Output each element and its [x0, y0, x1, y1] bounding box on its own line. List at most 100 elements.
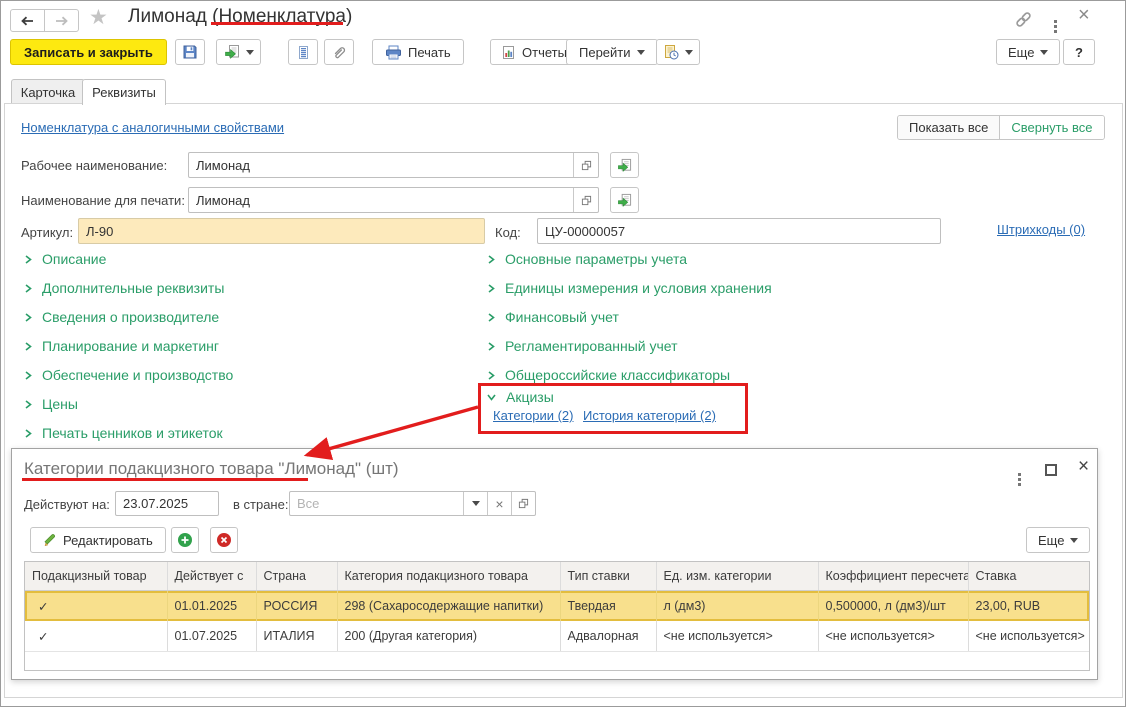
section-main-accounting[interactable]: Основные параметры учета	[486, 251, 687, 267]
section-label: Единицы измерения и условия хранения	[505, 280, 772, 296]
cell-country[interactable]: РОССИЯ	[256, 590, 338, 621]
cell-unit[interactable]: <не используется>	[656, 621, 819, 652]
add-button[interactable]	[171, 527, 199, 553]
section-units-storage[interactable]: Единицы измерения и условия хранения	[486, 280, 772, 296]
copy-working-name-button[interactable]	[610, 152, 639, 178]
section-label: Основные параметры учета	[505, 251, 688, 267]
window-menu-dots-icon[interactable]	[1054, 10, 1057, 28]
cell-excisable-check[interactable]: ✓	[25, 590, 168, 621]
get-link-icon[interactable]	[1014, 10, 1033, 34]
country-open-button[interactable]	[511, 492, 535, 515]
col-header-rate[interactable]: Ставка	[968, 562, 1089, 591]
more-label: Еще	[1008, 44, 1035, 60]
country-dropdown-button[interactable]	[463, 492, 487, 515]
goto-button[interactable]: Перейти	[566, 39, 658, 65]
forward-button[interactable]	[44, 9, 79, 32]
open-button[interactable]	[573, 153, 598, 177]
col-header-rate-type[interactable]: Тип ставки	[560, 562, 657, 591]
country-input[interactable]	[290, 492, 463, 515]
col-header-country[interactable]: Страна	[256, 562, 338, 591]
section-financial-accounting[interactable]: Финансовый учет	[486, 309, 619, 325]
cell-coefficient[interactable]: 0,500000, л (дм3)/шт	[818, 590, 969, 621]
collapse-all-button[interactable]: Свернуть все	[1000, 116, 1104, 139]
cell-unit[interactable]: л (дм3)	[656, 590, 819, 621]
section-additional-attributes[interactable]: Дополнительные реквизиты	[23, 280, 224, 296]
cell-valid-from[interactable]: 01.07.2025	[167, 621, 257, 652]
section-excise[interactable]: Акцизы	[486, 389, 554, 405]
print-button[interactable]: Печать	[372, 39, 464, 65]
section-all-russian-classifiers[interactable]: Общероссийские классификаторы	[486, 367, 730, 383]
structure-button[interactable]	[288, 39, 318, 65]
cell-rate-type[interactable]: Адвалорная	[560, 621, 657, 652]
section-description[interactable]: Описание	[23, 251, 106, 267]
dialog-more-button[interactable]: Еще	[1026, 527, 1091, 553]
chevron-right-icon	[25, 370, 32, 380]
code-input[interactable]	[538, 219, 940, 243]
section-prices[interactable]: Цены	[23, 396, 78, 412]
section-regulated-accounting[interactable]: Регламентированный учет	[486, 338, 678, 354]
country-label: в стране:	[233, 497, 289, 512]
tab-card[interactable]: Карточка	[11, 79, 85, 104]
copy-print-name-button[interactable]	[610, 187, 639, 213]
tab-details[interactable]: Реквизиты	[82, 79, 166, 105]
col-header-unit[interactable]: Ед. изм. категории	[656, 562, 819, 591]
chevron-right-icon	[25, 312, 32, 322]
country-clear-button[interactable]: ×	[487, 492, 511, 515]
more-button[interactable]: Еще	[996, 39, 1061, 65]
cell-category[interactable]: 298 (Сахаросодержащие напитки)	[337, 590, 561, 621]
save-button[interactable]	[175, 39, 205, 65]
change-history-button[interactable]	[656, 39, 700, 65]
cell-rate[interactable]: <не используется>	[968, 621, 1089, 652]
maximize-icon[interactable]	[1045, 464, 1057, 476]
document-clock-icon	[665, 45, 679, 60]
section-price-tags-labels[interactable]: Печать ценников и этикеток	[23, 425, 223, 441]
similar-nomenclature-link[interactable]: Номенклатура с аналогичными свойствами	[21, 120, 284, 135]
open-button[interactable]	[573, 188, 598, 212]
article-input[interactable]	[79, 219, 484, 243]
delete-button[interactable]	[210, 527, 238, 553]
show-collapse-group: Показать все Свернуть все	[897, 115, 1105, 140]
cell-rate-type[interactable]: Твердая	[560, 590, 657, 621]
col-header-coefficient[interactable]: Коэффициент пересчета	[818, 562, 969, 591]
show-all-button[interactable]: Показать все	[898, 116, 1000, 139]
col-header-valid-from[interactable]: Действует с	[167, 562, 257, 591]
section-planning-marketing[interactable]: Планирование и маркетинг	[23, 338, 219, 354]
col-header-category[interactable]: Категория подакцизного товара	[337, 562, 561, 591]
favorite-star-icon[interactable]: ★	[89, 5, 108, 30]
edit-label: Редактировать	[63, 532, 153, 548]
chevron-right-icon	[25, 254, 32, 264]
dialog-close-icon[interactable]: ×	[1078, 456, 1089, 478]
save-create-based-button[interactable]	[216, 39, 261, 65]
working-name-input[interactable]	[189, 153, 573, 177]
excise-categories-link[interactable]: Категории (2)	[493, 408, 574, 423]
barcodes-link[interactable]: Штрихкоды (0)	[997, 222, 1085, 237]
categories-table-frame: Подакцизный товар Действует с Страна Кат…	[24, 561, 1090, 671]
valid-on-date-input[interactable]	[116, 492, 218, 515]
table-row[interactable]: ✓ 01.07.2025 ИТАЛИЯ 200 (Другая категори…	[25, 621, 1089, 652]
section-label: Печать ценников и этикеток	[42, 425, 223, 441]
cell-category[interactable]: 200 (Другая категория)	[337, 621, 561, 652]
save-and-close-button[interactable]: Записать и закрыть	[10, 39, 167, 65]
section-manufacturer-info[interactable]: Сведения о производителе	[23, 309, 219, 325]
print-name-input[interactable]	[189, 188, 573, 212]
close-icon[interactable]: ×	[1078, 4, 1090, 27]
help-button[interactable]: ?	[1063, 39, 1095, 65]
edit-button[interactable]: Редактировать	[30, 527, 166, 553]
dropdown-caret-icon	[1040, 49, 1049, 55]
cell-country[interactable]: ИТАЛИЯ	[256, 621, 338, 652]
back-button[interactable]	[10, 9, 45, 32]
table-row[interactable]: ✓ 01.01.2025 РОССИЯ 298 (Сахаросодержащи…	[25, 590, 1089, 621]
cell-rate[interactable]: 23,00, RUB	[968, 590, 1089, 621]
cell-coefficient[interactable]: <не используется>	[818, 621, 969, 652]
section-supply-production[interactable]: Обеспечение и производство	[23, 367, 233, 383]
back-icon	[21, 16, 33, 25]
working-name-label: Рабочее наименование:	[21, 158, 168, 173]
cell-valid-from[interactable]: 01.01.2025	[167, 590, 257, 621]
cell-excisable-check[interactable]: ✓	[25, 621, 168, 652]
list-icon	[298, 45, 308, 59]
attachments-button[interactable]	[324, 39, 354, 65]
excise-categories-history-link[interactable]: История категорий (2)	[583, 408, 716, 423]
col-header-excisable[interactable]: Подакцизный товар	[25, 562, 168, 591]
dialog-menu-dots-icon[interactable]	[1018, 463, 1021, 481]
section-label: Акцизы	[506, 389, 554, 405]
